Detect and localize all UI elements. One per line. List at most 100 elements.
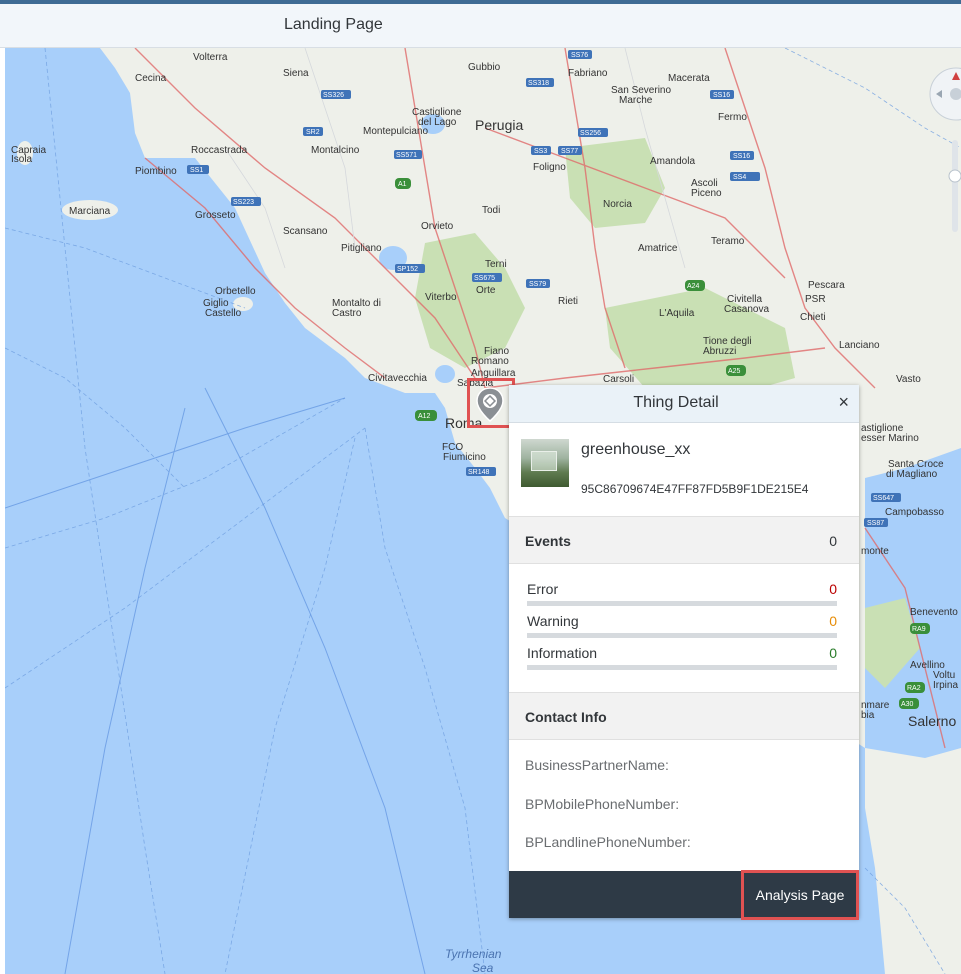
map-navigation-control[interactable] (926, 58, 961, 258)
svg-text:SS79: SS79 (529, 281, 546, 288)
event-row-error: Error 0 (527, 581, 837, 611)
svg-text:SS1: SS1 (190, 167, 203, 174)
road-shield-ss223: SS223 (231, 197, 261, 206)
svg-text:SS326: SS326 (323, 92, 344, 99)
svg-text:RA2: RA2 (907, 685, 921, 692)
svg-text:SS76: SS76 (571, 52, 588, 59)
road-shield-ss16: SS16 (710, 90, 734, 99)
zoom-slider-handle[interactable] (948, 169, 961, 183)
map-label-casanova: Casanova (724, 304, 769, 315)
map-label-tyrrhenian: Tyrrhenian (445, 947, 502, 961)
thing-detail-panel: Thing Detail × greenhouse_xx 95C86709674… (509, 385, 859, 920)
svg-text:SS647: SS647 (873, 495, 894, 502)
event-bar (527, 633, 837, 638)
road-shield-ss571: SS571 (394, 150, 422, 159)
contact-section-header: Contact Info (509, 692, 859, 740)
map-label-chieti: Chieti (800, 312, 826, 323)
map-label-marche: Marche (619, 95, 653, 106)
road-shield-ss79: SS79 (526, 279, 550, 288)
road-shield-ss76: SS76 (568, 50, 592, 59)
event-name: Information (527, 645, 598, 661)
svg-text:SR2: SR2 (306, 129, 320, 136)
map-label-gubbio: Gubbio (468, 62, 501, 73)
svg-text:A1: A1 (398, 181, 407, 188)
map-label-montepulciano: Montepulciano (363, 126, 428, 137)
map-label-perugia: Perugia (475, 117, 523, 133)
map-label-isola: Isola (11, 154, 33, 165)
road-shield-a24: A24 (685, 280, 705, 291)
map-label-benevento: Benevento (910, 607, 958, 618)
road-shield-ss16b: SS16 (730, 151, 754, 160)
map-label-castello: Castello (205, 308, 242, 319)
events-section-header: Events 0 (509, 516, 859, 564)
map-label-rieti: Rieti (558, 296, 578, 307)
close-icon[interactable]: × (838, 392, 849, 413)
map-label-orvieto: Orvieto (421, 221, 454, 232)
map-label-volterra: Volterra (193, 52, 228, 63)
panel-footer: Analysis Page (509, 870, 859, 920)
map-label-piombino: Piombino (135, 166, 177, 177)
svg-text:A24: A24 (687, 283, 700, 290)
svg-text:SP152: SP152 (397, 266, 418, 273)
svg-text:SS77: SS77 (561, 148, 578, 155)
map-label-pitigliano: Pitigliano (341, 243, 382, 254)
svg-text:A30: A30 (901, 701, 914, 708)
map-label-castro: Castro (332, 308, 362, 319)
event-name: Error (527, 581, 559, 597)
thing-thumbnail-image (521, 439, 569, 487)
map-label-psr: PSR (805, 294, 826, 305)
map-label-sea: Sea (472, 961, 494, 974)
road-shield-a25: A25 (726, 365, 746, 376)
event-name: Warning (527, 613, 579, 629)
map-label-fermo: Fermo (718, 112, 747, 123)
location-pin-icon[interactable] (474, 386, 506, 424)
svg-text:SS16: SS16 (733, 153, 750, 160)
zoom-slider-track[interactable] (952, 140, 958, 232)
map-label-teramo: Teramo (711, 236, 745, 247)
road-shield-a30: A30 (899, 698, 919, 709)
map-label-piceno: Piceno (691, 188, 722, 199)
map-label-montalcino: Montalcino (311, 145, 360, 156)
panel-title: Thing Detail (633, 394, 719, 411)
map-label-campobasso: Campobasso (885, 507, 944, 518)
thing-id: 95C86709674E47FF87FD5B9F1DE215E4 (581, 482, 809, 496)
map-label-fiumicino: Fiumicino (443, 452, 486, 463)
road-shield-ss318: SS318 (526, 78, 554, 87)
road-shield-ss256: SS256 (578, 128, 608, 137)
event-bar (527, 665, 837, 670)
map-label-salerno: Salerno (908, 713, 956, 729)
road-shield-ra9: RA9 (910, 623, 930, 634)
svg-text:SR148: SR148 (468, 469, 490, 476)
map-label-orbetello: Orbetello (215, 286, 256, 297)
contact-info-label: Contact Info (525, 709, 607, 725)
page-title: Landing Page (284, 16, 383, 33)
map-label-romano: Romano (471, 356, 509, 367)
svg-text:SS318: SS318 (528, 80, 549, 87)
analysis-page-button[interactable]: Analysis Page (741, 870, 859, 920)
map-label-laquila: L'Aquila (659, 308, 695, 319)
road-shield-ss4: SS4 (730, 172, 760, 181)
panel-header: Thing Detail × (509, 385, 859, 423)
road-shield-ss3: SS3 (531, 146, 551, 155)
greenhouse-image (531, 451, 557, 471)
thing-name: greenhouse_xx (581, 441, 691, 458)
svg-text:SS16: SS16 (713, 92, 730, 99)
event-value: 0 (829, 581, 837, 597)
road-shield-ss77: SS77 (558, 146, 582, 155)
road-shield-ss647: SS647 (871, 493, 901, 502)
svg-text:SS675: SS675 (474, 275, 495, 282)
mobile-phone-label: BPMobilePhoneNumber: (525, 796, 680, 812)
business-partner-name-label: BusinessPartnerName: (525, 757, 669, 773)
road-shield-ra2: RA2 (905, 682, 925, 693)
events-label: Events (525, 533, 571, 549)
map-label-di-magliano: di Magliano (886, 469, 938, 480)
road-shield-sp152: SP152 (395, 264, 425, 273)
map-label-amandola: Amandola (650, 156, 695, 167)
map-label-abruzzi: Abruzzi (703, 346, 736, 357)
map-label-grosseto: Grosseto (195, 210, 236, 221)
road-shield-sr2: SR2 (303, 127, 323, 136)
map-label-carsoli: Carsoli (603, 374, 634, 385)
road-shield-a1: A1 (395, 178, 411, 189)
svg-text:SS571: SS571 (396, 152, 417, 159)
map-label-vasto: Vasto (896, 374, 921, 385)
